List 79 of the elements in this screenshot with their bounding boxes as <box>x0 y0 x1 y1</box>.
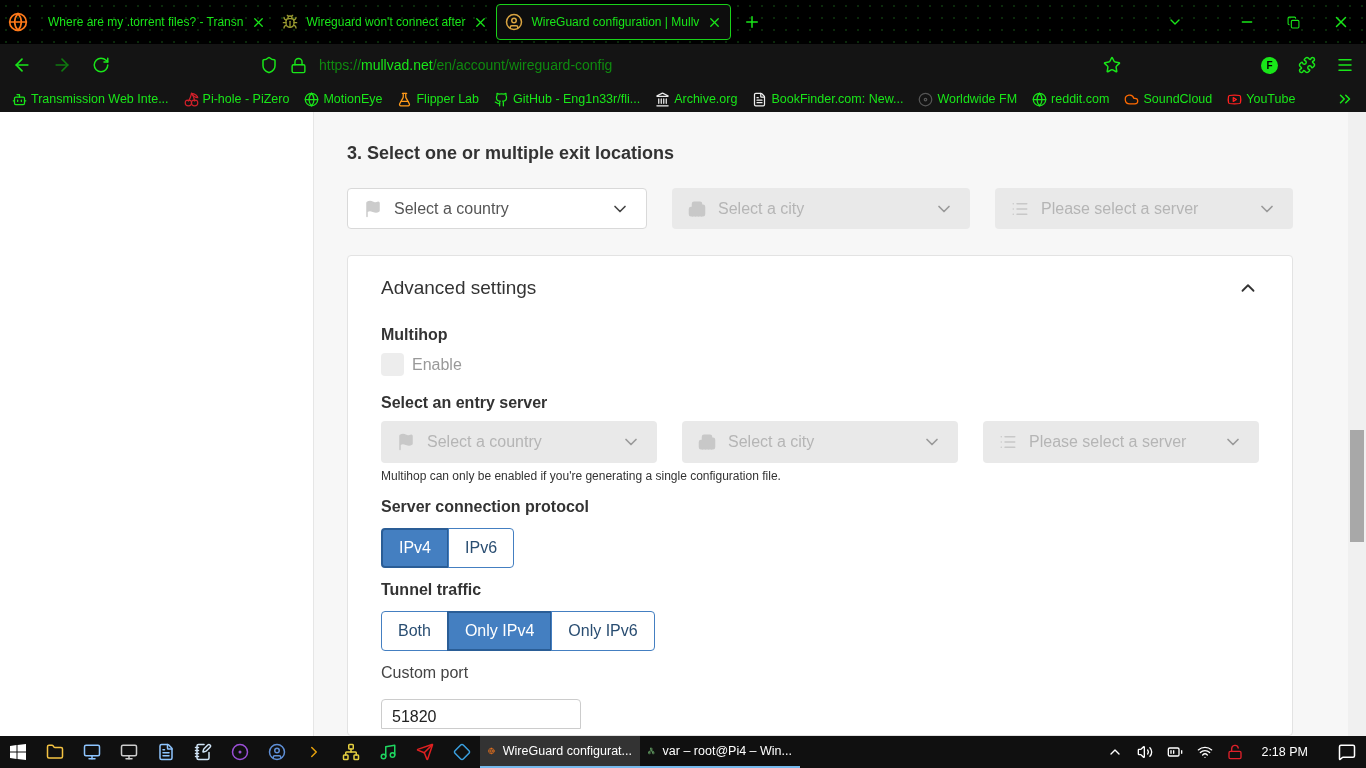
globe-icon <box>304 91 320 107</box>
wifi-icon[interactable] <box>1197 744 1214 760</box>
field-label: Custom port <box>381 662 470 683</box>
menu-icon[interactable] <box>1336 56 1354 74</box>
bookmark-link[interactable]: Flipper Lab <box>397 89 479 109</box>
bookmark-link[interactable]: Pi-hole - PiZero <box>183 89 290 109</box>
flag-icon <box>397 432 415 451</box>
windows-logo-icon <box>10 744 26 760</box>
padlock-icon[interactable] <box>1227 744 1244 760</box>
checkbox-label: Enable <box>412 354 462 375</box>
browser-logo-icon[interactable] <box>8 12 28 32</box>
tab-title: Where are my .torrent files? - Transn <box>48 14 244 31</box>
segment-button[interactable]: IPv6 <box>448 527 515 568</box>
extensions-icon[interactable] <box>1298 56 1316 74</box>
help-text: Multihop can only be enabled if you're generating a single configuration file. <box>381 467 782 485</box>
folder-icon[interactable] <box>45 743 64 761</box>
segment-button[interactable]: IPv4 <box>381 527 449 568</box>
browser-tab[interactable]: Wireguard won't connect after <box>274 4 497 40</box>
bookmark-link[interactable]: Worldwide FM <box>918 89 1018 109</box>
lock-icon[interactable] <box>290 56 307 74</box>
field-heading: Select an entry server <box>381 392 549 413</box>
disc-icon <box>918 91 934 107</box>
select-placeholder: Select a country <box>394 198 510 219</box>
taskbar-window-button[interactable]: WireGuard configurat... <box>480 736 640 768</box>
bookmark-link[interactable]: MotionEye <box>304 89 383 109</box>
diamond-icon[interactable] <box>452 743 471 761</box>
notifications-icon[interactable] <box>1338 743 1356 761</box>
onion-icon[interactable] <box>230 743 249 761</box>
music-icon[interactable] <box>378 743 397 761</box>
segment-button[interactable]: Only IPv4 <box>446 610 553 651</box>
profile-avatar[interactable]: F <box>1261 56 1278 74</box>
accordion-header[interactable]: Advanced settings <box>381 274 1259 303</box>
field-heading: Multihop <box>381 324 449 345</box>
scrollbar-thumb[interactable] <box>1350 430 1364 542</box>
globe-icon <box>1032 91 1048 107</box>
flask-icon <box>397 91 413 107</box>
field-heading: Tunnel traffic <box>381 579 483 600</box>
window-title: var – root@Pi4 – Win... <box>662 742 792 760</box>
speaker-icon[interactable] <box>1137 744 1154 760</box>
bookmark-link[interactable]: GitHub - Eng1n33r/fli... <box>494 89 641 109</box>
bookmark-link[interactable]: BookFinder.com: New... <box>752 89 904 109</box>
segment-button[interactable]: Both <box>381 610 448 651</box>
berry-icon <box>183 91 199 107</box>
bookmark-link[interactable]: YouTube <box>1227 89 1296 109</box>
temple-icon <box>655 91 671 107</box>
arrow-icon[interactable] <box>415 743 434 761</box>
book-icon <box>752 91 768 107</box>
window-title: WireGuard configurat... <box>502 742 632 760</box>
tab-title: Wireguard won't connect after <box>306 14 466 31</box>
browser-tab[interactable]: WireGuard configuration | Mullv <box>496 4 732 40</box>
document-icon[interactable] <box>156 743 175 761</box>
star-icon[interactable] <box>1103 56 1121 74</box>
select-dropdown[interactable]: Select a country <box>347 188 647 229</box>
bug-icon <box>282 14 299 30</box>
browser-tab[interactable]: Where are my .torrent files? - Transn <box>40 4 275 40</box>
github-icon <box>494 91 509 107</box>
field-heading: Server connection protocol <box>381 496 591 517</box>
bookmark-link[interactable]: Archive.org <box>655 89 738 109</box>
flag-icon <box>364 199 382 218</box>
monitor-icon[interactable] <box>119 743 138 761</box>
bookmark-link[interactable]: Transmission Web Inte... <box>12 89 169 109</box>
shield-icon[interactable] <box>260 56 278 74</box>
clock-text[interactable]: 2:18 PM <box>1257 742 1312 762</box>
taskbar-window-button[interactable]: var – root@Pi4 – Win... <box>640 736 800 768</box>
bookmark-link[interactable]: reddit.com <box>1032 89 1110 109</box>
monitor-icon[interactable] <box>82 743 101 761</box>
notepad-icon[interactable] <box>193 743 212 761</box>
section-heading: 3. Select one or multiple exit locations <box>347 142 676 165</box>
bookmark-link[interactable]: SoundCloud <box>1124 89 1213 109</box>
robot-icon <box>12 91 27 107</box>
tab-title: WireGuard configuration | Mullv <box>531 14 700 31</box>
port-input[interactable]: 51820 <box>381 698 581 729</box>
restore-icon[interactable] <box>1287 15 1300 29</box>
cloud-icon <box>1124 91 1140 107</box>
battery-icon[interactable] <box>1167 744 1184 760</box>
segment-button[interactable]: Only IPv6 <box>551 610 655 651</box>
reload-icon[interactable] <box>92 56 110 74</box>
play-icon <box>1227 91 1243 107</box>
url-text[interactable]: https://mullvad.net/en/account/wireguard-config <box>319 54 1083 76</box>
